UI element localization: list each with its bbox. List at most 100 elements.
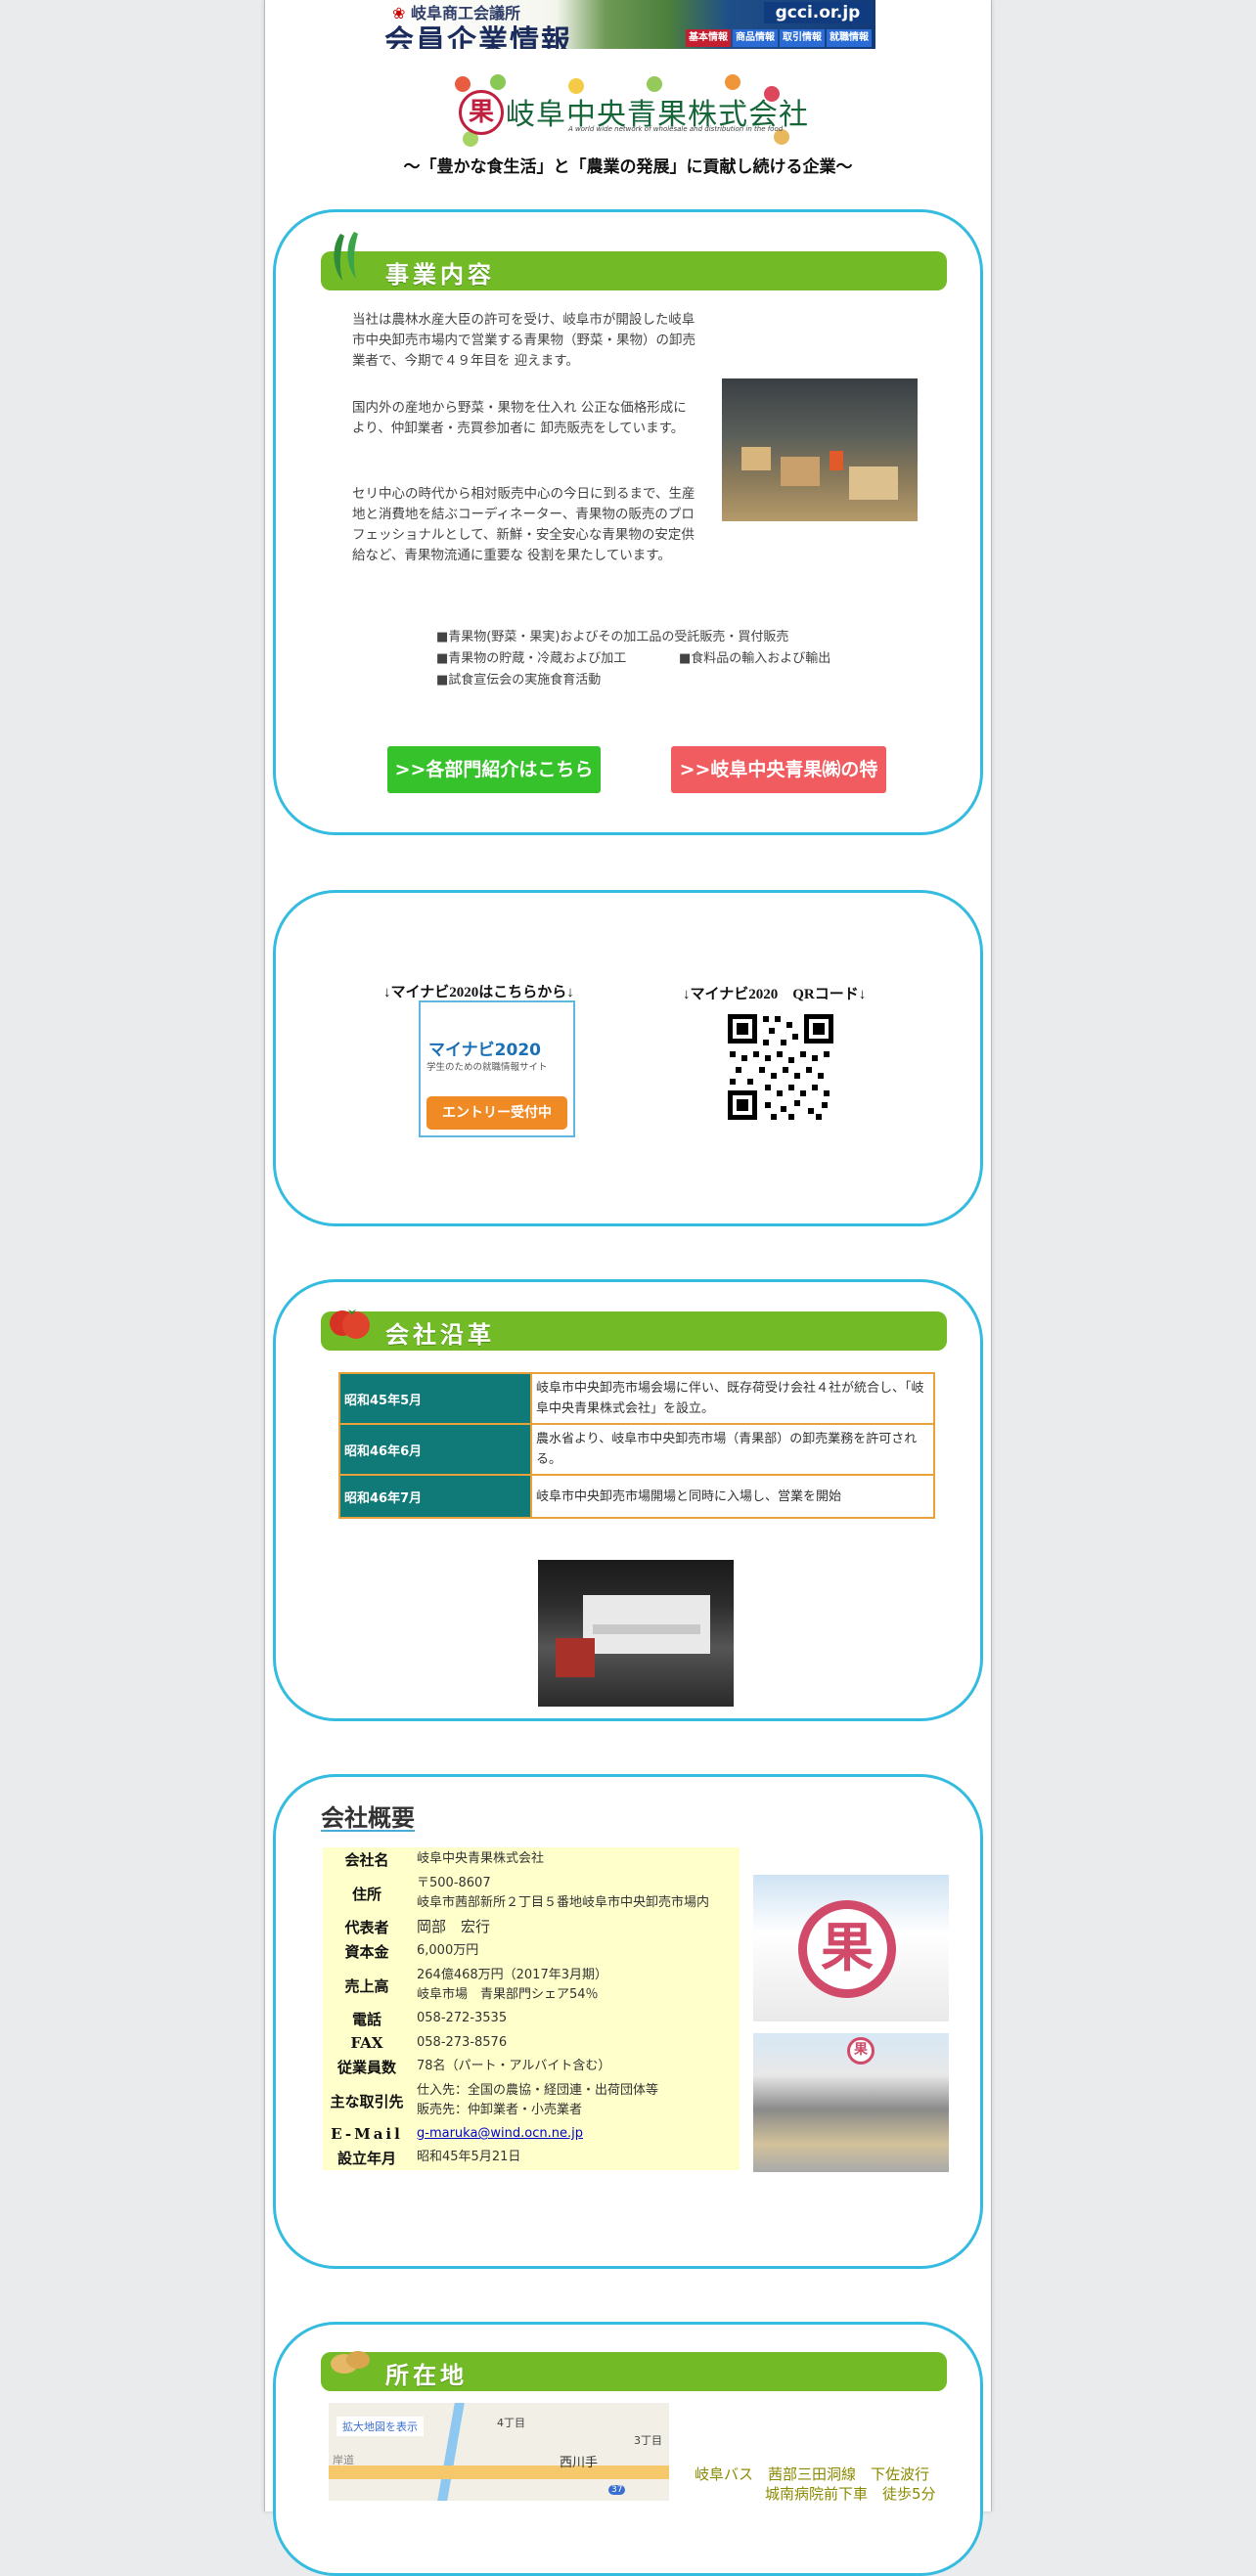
- business-paragraph-2: 国内外の産地から野菜・果物を仕入れ 公正な価格形成により、仲卸業者・売買参加者に…: [352, 400, 687, 436]
- history-table: 昭和45年5月 岐阜市中央卸売市場会場に伴い、既存荷受け会社４社が統合し、「岐阜…: [338, 1372, 935, 1519]
- office-windows: [593, 1624, 700, 1634]
- history-year: 昭和46年6月: [340, 1425, 532, 1474]
- history-year: 昭和45年5月: [340, 1374, 532, 1423]
- departments-button[interactable]: >>各部門紹介はこちら: [387, 746, 601, 793]
- overview-key: 住所: [351, 1885, 381, 1903]
- business-item-1: ■青果物(野菜・果実)およびその加工品の受託販売・買付販売: [436, 630, 789, 644]
- history-row: 昭和46年6月 農水省より、岐阜市中央卸売市場（青果部）の卸売業務を許可される。: [340, 1425, 933, 1476]
- overview-key: FAX: [350, 2034, 383, 2052]
- qr-code-icon: [726, 1012, 835, 1122]
- route-37-icon: 37: [608, 2485, 626, 2495]
- crate-stack: [781, 457, 820, 486]
- access-line-2: 城南病院前下車 徒歩5分: [765, 2485, 936, 2503]
- mynavi-entry-label: ↓マイナビ2020はこちらから↓: [383, 985, 574, 1000]
- history-heading: 会社沿革: [385, 1321, 495, 1349]
- mynavi-qr-label: ↓マイナビ2020 QRコード↓: [683, 987, 867, 1002]
- banner-tab-products[interactable]: 商品情報: [733, 29, 778, 47]
- forklift: [830, 451, 843, 470]
- mynavi-badge-logo: マイナビ2020: [428, 1041, 541, 1060]
- banner-tab-basic[interactable]: 基本情報: [686, 29, 731, 47]
- banner-tabs: 基本情報 商品情報 取引情報 就職情報: [686, 29, 872, 47]
- location-heading-bar: 所在地: [321, 2351, 947, 2391]
- history-text: 岐阜市中央卸売市場開場と同時に入場し、営業を開始: [536, 1488, 842, 1504]
- overview-value: 岡部 宏行: [417, 1918, 491, 1935]
- overview-section: 会社概要 会社名 岐阜中央青果株式会社 住所 〒500-8607 岐阜市茜部新所２丁目…: [273, 1774, 983, 2269]
- overview-row-fax: FAX 058-273-8576: [323, 2031, 740, 2055]
- overview-key: E-Mail: [331, 2125, 403, 2143]
- maruka-mark: 果: [459, 90, 504, 135]
- overview-row-representative: 代表者 岡部 宏行: [323, 1915, 740, 1939]
- business-heading: 事業内容: [385, 261, 495, 289]
- overview-row-company: 会社名 岐阜中央青果株式会社: [323, 1847, 740, 1872]
- overview-key: 会社名: [344, 1851, 389, 1869]
- banner-tab-jobs[interactable]: 就職情報: [827, 29, 872, 47]
- carrot-icon: [725, 74, 740, 90]
- crate-stack: [849, 466, 898, 500]
- business-item-4: ■試食宣伝会の実施食育活動: [436, 673, 602, 688]
- forklift: [556, 1638, 595, 1677]
- overview-key: 設立年月: [336, 2150, 396, 2167]
- business-section: 事業内容 当社は農林水産大臣の許可を受け、岐阜市が開設した岐阜市中央卸売市場内で…: [273, 209, 983, 835]
- logo-subtitle: A world wide network of wholesale and di…: [568, 125, 784, 133]
- overview-value: 058-273-8576: [417, 2035, 508, 2050]
- overview-value: 岐阜中央青果株式会社: [417, 1851, 545, 1866]
- history-row: 昭和45年5月 岐阜市中央卸売市場会場に伴い、既存荷受け会社４社が統合し、「岐阜…: [340, 1374, 933, 1425]
- overview-key: 電話: [351, 2011, 381, 2028]
- map-enlarge-link[interactable]: 拡大地図を表示: [336, 2417, 424, 2436]
- overview-row-address: 住所 〒500-8607 岐阜市茜部新所２丁目５番地岐阜市中央卸売市場内: [323, 1872, 740, 1915]
- overview-row-capital: 資本金 6,000万円: [323, 1939, 740, 1964]
- map-label: 西川手: [560, 2456, 599, 2470]
- business-paragraph-1: 当社は農林水産大臣の許可を受け、岐阜市が開設した岐阜市中央卸売市場内で営業する青…: [352, 312, 695, 369]
- market-floor-photo: [722, 378, 918, 521]
- history-section: 会社沿革 昭和45年5月 岐阜市中央卸売市場会場に伴い、既存荷受け会社４社が統合…: [273, 1279, 983, 1721]
- maruka-sign: 果: [798, 1900, 896, 1998]
- overview-key: 資本金: [344, 1943, 389, 1961]
- banner-domain: gcci.or.jp: [764, 2, 872, 23]
- overview-value: 岐阜市場 青果部門シェア54％: [417, 1987, 599, 2002]
- maruka-sign-small: 果: [847, 2037, 875, 2065]
- market-office-photo: [538, 1560, 734, 1707]
- overview-row-email: E-Mail g-maruka@wind.ocn.ne.jp: [323, 2122, 740, 2146]
- map-label: 4丁目: [497, 2417, 525, 2429]
- location-heading: 所在地: [385, 2362, 468, 2389]
- page-container: ❀ 岐阜商工会議所 会員企業情報 gcci.or.jp 基本情報 商品情報 取引…: [264, 0, 992, 2576]
- business-paragraph-3: セリ中心の時代から相対販売中心の今日に到るまで、生産地と消費地を結ぶコーディネー…: [352, 486, 695, 563]
- overview-table: 会社名 岐阜中央青果株式会社 住所 〒500-8607 岐阜市茜部新所２丁目５番地岐阜…: [323, 1847, 740, 2170]
- banner-tab-trade[interactable]: 取引情報: [780, 29, 825, 47]
- overview-value: 78名（パート・アルバイト含む）: [417, 2059, 611, 2073]
- business-item-2: ■青果物の貯蔵・冷蔵および加工: [436, 651, 627, 666]
- member-info-banner[interactable]: ❀ 岐阜商工会議所 会員企業情報 gcci.or.jp 基本情報 商品情報 取引…: [384, 0, 875, 49]
- overview-value: 6,000万円: [417, 1943, 479, 1958]
- market-exterior-photo: 果: [753, 2033, 949, 2172]
- mynavi-entry-badge[interactable]: マイナビ2020 学生のための就職情報サイト エントリー受付中: [419, 1000, 575, 1137]
- location-map[interactable]: 拡大地図を表示 4丁目 3丁目 西川手 岸道 37: [329, 2403, 669, 2501]
- overview-value: 264億468万円（2017年3月期）: [417, 1968, 607, 1982]
- mynavi-entry-button[interactable]: エントリー受付中: [426, 1096, 567, 1130]
- tomato-icon: [330, 1310, 370, 1339]
- maruka-sign-photo: 果: [753, 1875, 949, 2021]
- overview-value: 昭和45年5月21日: [417, 2150, 521, 2164]
- business-item-3: ■食料品の輸入および輸出: [679, 651, 831, 666]
- overview-key: 主な取引先: [330, 2092, 404, 2110]
- business-heading-bar: 事業内容: [321, 232, 947, 290]
- crate-stack: [741, 447, 771, 470]
- green-beans-icon: [334, 232, 358, 281]
- overview-value: 仕入先：全国の農協・経団連・出荷団体等: [417, 2083, 659, 2098]
- history-heading-bar: 会社沿革: [321, 1310, 947, 1351]
- map-river: [437, 2403, 465, 2501]
- history-row: 昭和46年7月 岐阜市中央卸売市場開場と同時に入場し、営業を開始: [340, 1476, 933, 1517]
- history-year: 昭和46年7月: [340, 1476, 532, 1517]
- access-line-1: 岐阜バス 茜部三田洞線 下佐波行: [695, 2465, 930, 2483]
- banner-title: 会員企業情報: [384, 25, 572, 49]
- overview-row-sales: 売上高 264億468万円（2017年3月期） 岐阜市場 青果部門シェア54％: [323, 1964, 740, 2007]
- features-button[interactable]: >>岐阜中央青果㈱の特徴: [671, 746, 886, 827]
- overview-row-phone: 電話 058-272-3535: [323, 2007, 740, 2031]
- overview-row-employees: 従業員数 78名（パート・アルバイト含む）: [323, 2055, 740, 2079]
- map-road: [329, 2465, 669, 2479]
- email-link[interactable]: g-maruka@wind.ocn.ne.jp: [417, 2126, 583, 2141]
- mynavi-badge-sub: 学生のための就職情報サイト: [426, 1062, 548, 1073]
- overview-value: 販売先：仲卸業者・小売業者: [417, 2103, 583, 2117]
- history-text: 岐阜市中央卸売市場会場に伴い、既存荷受け会社４社が統合し、「岐阜中央青果株式会社…: [536, 1381, 924, 1416]
- potato-icon: [331, 2351, 370, 2374]
- overview-row-founded: 設立年月 昭和45年5月21日: [323, 2146, 740, 2170]
